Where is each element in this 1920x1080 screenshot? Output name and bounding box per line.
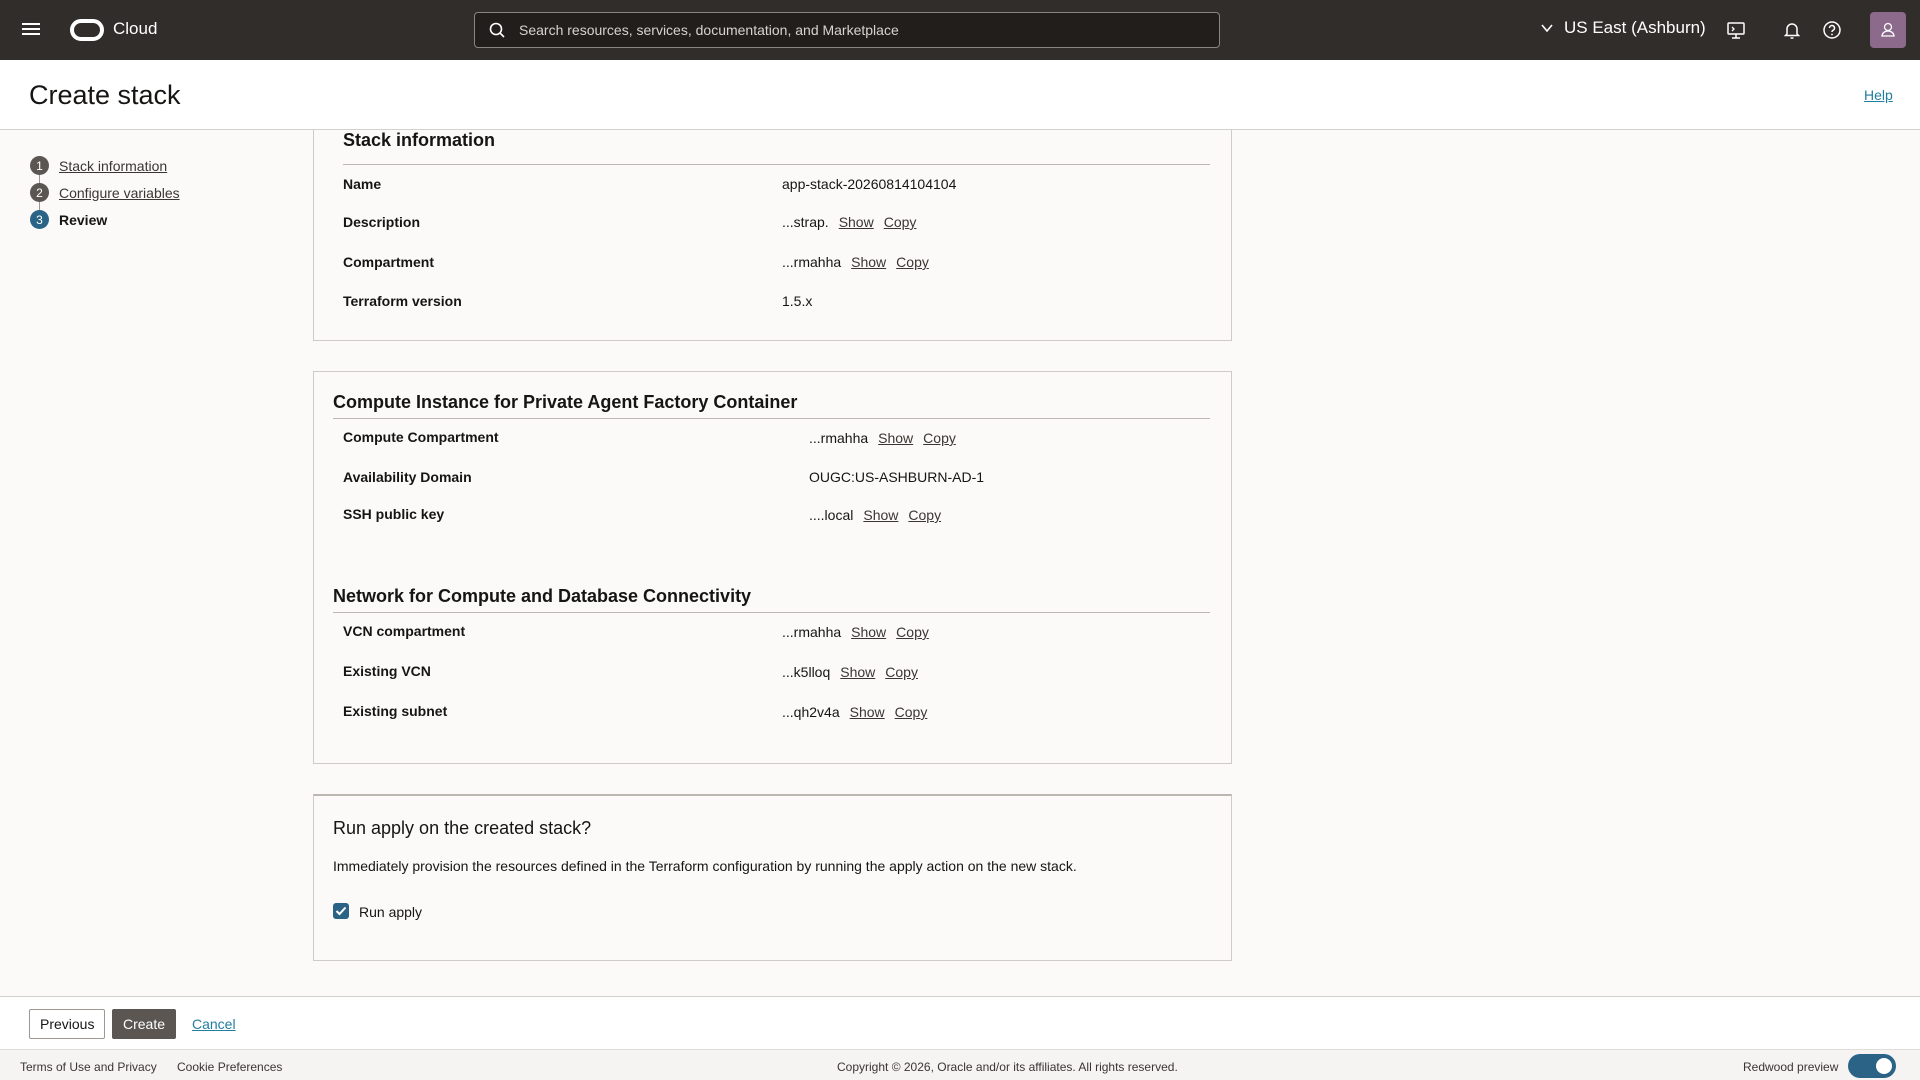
show-link[interactable]: Show: [840, 664, 875, 680]
row-value-name: app-stack-20260814104104: [782, 176, 956, 192]
search-input[interactable]: [519, 13, 1199, 47]
run-apply-description: Immediately provision the resources defi…: [333, 858, 1077, 874]
stack-information-panel: Stack information Name app-stack-2026081…: [313, 130, 1232, 341]
value-text: ...rmahha: [782, 254, 842, 270]
row-label-compartment: Compartment: [343, 254, 435, 270]
cancel-link[interactable]: Cancel: [192, 1016, 236, 1032]
row-label-existing-vcn: Existing VCN: [343, 663, 431, 679]
help-icon[interactable]: [1820, 18, 1844, 42]
row-value-description: ...strap. Show Copy: [782, 214, 916, 230]
show-link[interactable]: Show: [851, 624, 886, 640]
copy-link[interactable]: Copy: [895, 704, 928, 720]
user-avatar[interactable]: [1870, 12, 1906, 48]
value-text: ...k5lloq: [782, 664, 831, 680]
step-label: Review: [59, 211, 108, 228]
show-link[interactable]: Show: [839, 214, 874, 230]
show-link[interactable]: Show: [851, 254, 886, 270]
row-label-description: Description: [343, 214, 421, 230]
top-navigation-bar: Cloud US East (Ashburn): [0, 0, 1920, 60]
step-number: 1: [30, 156, 49, 175]
section-title: Stack information: [343, 130, 496, 150]
previous-button[interactable]: Previous: [29, 1009, 106, 1039]
divider: [333, 418, 1210, 419]
row-value-terraform-version: 1.5.x: [782, 293, 812, 309]
copy-link[interactable]: Copy: [923, 430, 956, 446]
user-icon: [1881, 22, 1895, 37]
step-review: 3 Review: [30, 206, 180, 233]
row-label-compute-compartment: Compute Compartment: [343, 429, 499, 445]
redwood-preview-toggle[interactable]: [1848, 1054, 1896, 1078]
wizard-action-bar: Previous Create Cancel: [0, 996, 1920, 1049]
run-apply-label[interactable]: Run apply: [359, 904, 422, 920]
value-text: ...strap.: [782, 214, 829, 230]
value-text: app-stack-20260814104104: [782, 176, 957, 192]
step-label[interactable]: Configure variables: [59, 185, 180, 201]
section-title: Compute Instance for Private Agent Facto…: [333, 392, 798, 412]
region-label: US East (Ashburn): [1564, 18, 1706, 37]
toggle-knob: [1876, 1058, 1892, 1074]
step-number: 2: [30, 183, 49, 202]
run-apply-panel: Run apply on the created stack? Immediat…: [313, 794, 1232, 961]
region-selector[interactable]: US East (Ashburn): [1540, 18, 1706, 38]
row-value-existing-subnet: ...qh2v4a Show Copy: [782, 704, 927, 720]
search-bar[interactable]: [474, 12, 1220, 48]
oracle-logo-icon[interactable]: [70, 19, 104, 41]
checkmark-icon: [335, 906, 347, 916]
page-header: Create stack Help: [0, 60, 1920, 130]
run-apply-title: Run apply on the created stack?: [333, 818, 592, 838]
menu-icon[interactable]: [22, 20, 42, 40]
cloud-shell-icon[interactable]: [1724, 18, 1748, 42]
step-label[interactable]: Stack information: [59, 158, 167, 174]
row-label-name: Name: [343, 176, 382, 192]
value-text: ....local: [809, 507, 854, 523]
search-icon: [489, 22, 505, 38]
terms-link[interactable]: Terms of Use and Privacy: [20, 1060, 157, 1074]
divider: [343, 164, 1210, 165]
redwood-preview-label: Redwood preview: [1743, 1060, 1839, 1074]
create-button[interactable]: Create: [112, 1009, 177, 1039]
row-label-terraform-version: Terraform version: [343, 293, 462, 309]
brand-name[interactable]: Cloud: [113, 19, 157, 39]
copy-link[interactable]: Copy: [896, 254, 929, 270]
row-label-existing-subnet: Existing subnet: [343, 703, 448, 719]
row-value-compute-compartment: ...rmahha Show Copy: [809, 430, 956, 446]
step-stack-information[interactable]: 1 Stack information: [30, 152, 180, 179]
value-text: ...rmahha: [809, 430, 869, 446]
run-apply-checkbox[interactable]: [333, 903, 349, 919]
page-footer: Terms of Use and Privacy Cookie Preferen…: [0, 1049, 1920, 1080]
compute-network-panel: Compute Instance for Private Agent Facto…: [313, 371, 1232, 764]
row-label-ssh-public-key: SSH public key: [343, 506, 445, 522]
cookie-preferences-link[interactable]: Cookie Preferences: [177, 1060, 282, 1074]
value-text: 1.5.x: [782, 293, 813, 309]
show-link[interactable]: Show: [850, 704, 885, 720]
copyright-text: Copyright © 2026, Oracle and/or its affi…: [837, 1060, 1178, 1074]
step-configure-variables[interactable]: 2 Configure variables: [30, 179, 180, 206]
row-value-availability-domain: OUGC:US-ASHBURN-AD-1: [809, 469, 984, 485]
wizard-steps: 1 Stack information 2 Configure variable…: [30, 152, 180, 233]
copy-link[interactable]: Copy: [885, 664, 918, 680]
section-title: Network for Compute and Database Connect…: [333, 586, 752, 606]
value-text: OUGC:US-ASHBURN-AD-1: [809, 469, 985, 485]
show-link[interactable]: Show: [878, 430, 913, 446]
row-value-existing-vcn: ...k5lloq Show Copy: [782, 664, 918, 680]
page-title: Create stack: [29, 80, 181, 110]
chevron-down-icon: [1541, 24, 1553, 33]
help-link[interactable]: Help: [1864, 87, 1893, 103]
row-value-compartment: ...rmahha Show Copy: [782, 254, 929, 270]
divider: [333, 612, 1210, 613]
copy-link[interactable]: Copy: [896, 624, 929, 640]
row-label-vcn-compartment: VCN compartment: [343, 623, 466, 639]
value-text: ...qh2v4a: [782, 704, 840, 720]
notifications-bell-icon[interactable]: [1780, 18, 1804, 42]
row-value-ssh-public-key: ....local Show Copy: [809, 507, 941, 523]
step-number: 3: [30, 210, 49, 229]
value-text: ...rmahha: [782, 624, 842, 640]
show-link[interactable]: Show: [863, 507, 898, 523]
row-value-vcn-compartment: ...rmahha Show Copy: [782, 624, 929, 640]
copy-link[interactable]: Copy: [884, 214, 917, 230]
copy-link[interactable]: Copy: [908, 507, 941, 523]
row-label-availability-domain: Availability Domain: [343, 469, 472, 485]
